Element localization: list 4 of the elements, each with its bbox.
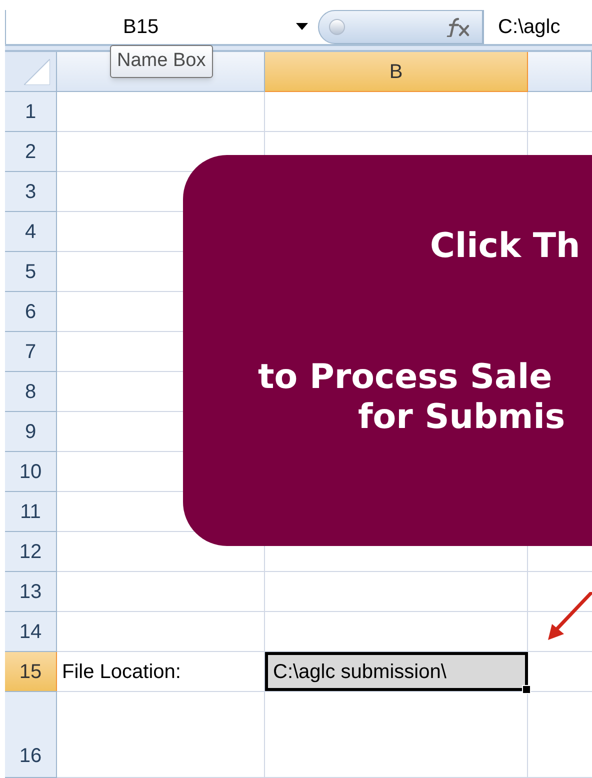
button-label: Click Th xyxy=(430,229,580,263)
button-label: for Submis xyxy=(358,400,566,434)
button-label: to Process Sale xyxy=(258,360,552,394)
tooltip: Name Box xyxy=(110,45,213,78)
